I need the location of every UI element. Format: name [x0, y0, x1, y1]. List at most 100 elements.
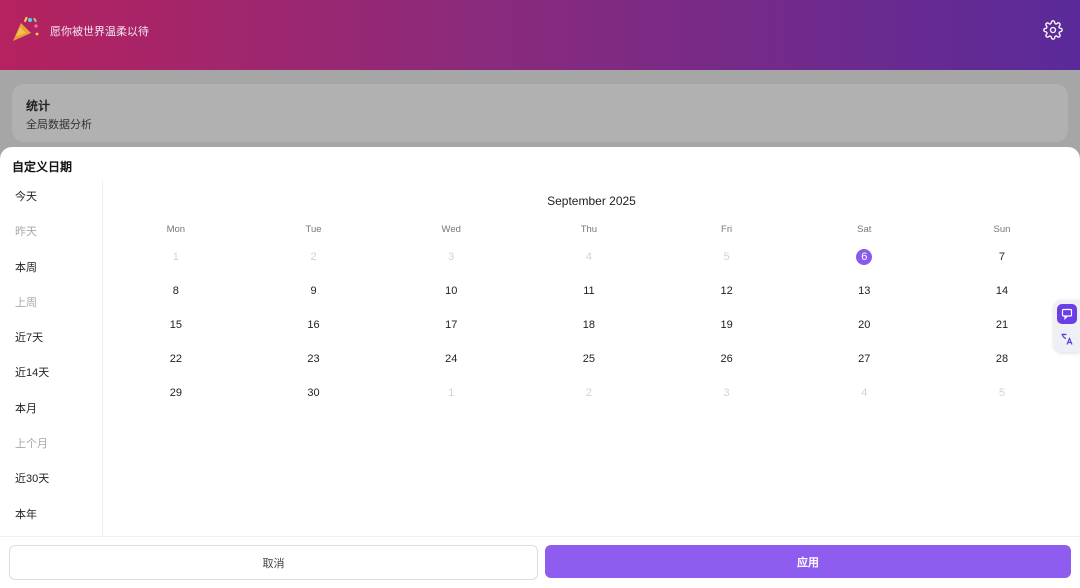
calendar-day-number: 22: [169, 353, 182, 365]
quick-range-item[interactable]: 本周: [0, 251, 102, 286]
calendar-day-number: 12: [720, 285, 733, 297]
quick-range-item: 上个月: [15, 438, 48, 451]
calendar-day[interactable]: 13: [795, 274, 933, 308]
sheet-title: 自定义日期: [12, 160, 73, 174]
weekday-label: Sun: [993, 223, 1011, 235]
calendar-day-number: 27: [858, 353, 871, 365]
calendar-day[interactable]: 16: [245, 308, 383, 342]
calendar-day[interactable]: 22: [107, 342, 245, 376]
weekday-label: Tue: [305, 223, 322, 235]
gear-icon[interactable]: [1043, 20, 1063, 40]
calendar-day-number: 29: [169, 387, 182, 399]
calendar-week-row: 1 2 3 4 5 6 7: [107, 240, 1071, 274]
calendar-day-number: 4: [861, 387, 868, 399]
footer-divider: [0, 536, 1080, 537]
chat-icon[interactable]: [1057, 304, 1077, 324]
calendar-day-number: 15: [169, 319, 182, 331]
calendar-day[interactable]: 11: [520, 274, 658, 308]
calendar-day-number: 8: [172, 285, 179, 297]
calendar-day-number: 17: [445, 319, 458, 331]
apply-button[interactable]: 应用: [545, 545, 1071, 578]
calendar-day-number: 2: [585, 387, 592, 399]
calendar-day[interactable]: 8: [107, 274, 245, 308]
calendar-day[interactable]: 20: [795, 308, 933, 342]
calendar-day-selected[interactable]: 6: [795, 240, 933, 274]
calendar-week-row: 29 30 1 2 3 4 5: [107, 376, 1071, 410]
calendar-day-number: 20: [858, 319, 871, 331]
calendar-day[interactable]: 14: [933, 274, 1071, 308]
calendar-day: 5: [658, 240, 796, 274]
quick-range-item[interactable]: 本月: [0, 392, 102, 427]
calendar-day-number: 14: [995, 285, 1009, 297]
calendar-day-number: 6: [856, 249, 873, 265]
floating-toolbar: [1054, 300, 1080, 352]
calendar-day-number: 13: [858, 285, 871, 297]
calendar-day: 1: [382, 376, 520, 410]
calendar-day-number: 26: [720, 353, 733, 365]
calendar-day: 4: [520, 240, 658, 274]
calendar-week-row: 15 16 17 18 19 20 21: [107, 308, 1071, 342]
stats-title: 统计: [26, 99, 51, 113]
calendar-day-number: 19: [720, 319, 733, 331]
calendar-day-number: 9: [310, 285, 317, 297]
calendar-day[interactable]: 7: [933, 240, 1071, 274]
calendar-month-label: September 2025: [547, 194, 636, 208]
quick-range-item: 上周: [15, 296, 37, 309]
calendar-day-number: 25: [582, 353, 596, 365]
calendar-day-number: 21: [995, 319, 1009, 331]
quick-range-item[interactable]: 近14天: [0, 356, 102, 391]
cancel-button[interactable]: 取消: [9, 545, 538, 580]
calendar-day[interactable]: 23: [245, 342, 383, 376]
calendar-day: 2: [520, 376, 658, 410]
calendar-day[interactable]: 10: [382, 274, 520, 308]
weekday-label: Fri: [721, 223, 733, 235]
weekday-label: Thu: [580, 223, 598, 235]
quick-range-item[interactable]: 今天: [0, 180, 102, 215]
calendar-day[interactable]: 21: [933, 308, 1071, 342]
calendar-week-row: 22 23 24 25 26 27 28: [107, 342, 1071, 376]
quick-range-item[interactable]: 近30天: [0, 462, 102, 497]
weekday-header-row: Mon Tue Wed Thu Fri Sat Sun: [107, 218, 1071, 240]
weekday-label: Sat: [857, 223, 872, 235]
calendar-day[interactable]: 28: [933, 342, 1071, 376]
header-wave: [0, 52, 1080, 64]
quick-range-item: 昨天: [15, 226, 37, 239]
calendar-day[interactable]: 18: [520, 308, 658, 342]
calendar-day: 2: [245, 240, 383, 274]
translate-icon[interactable]: [1057, 329, 1077, 349]
calendar-day-number: 11: [583, 285, 595, 297]
weekday-label: Mon: [166, 223, 186, 235]
calendar-day: 3: [658, 376, 796, 410]
calendar-day[interactable]: 19: [658, 308, 796, 342]
calendar-day[interactable]: 27: [795, 342, 933, 376]
header-title: 愿你被世界温柔以待: [50, 26, 149, 38]
quick-range-item[interactable]: 本年: [0, 498, 102, 533]
calendar-day-number: 28: [995, 353, 1009, 365]
calendar-day[interactable]: 17: [382, 308, 520, 342]
quick-range-item[interactable]: 近7天: [0, 321, 102, 356]
calendar-day: 4: [795, 376, 933, 410]
stats-subtitle: 全局数据分析: [26, 119, 92, 131]
calendar-day[interactable]: 12: [658, 274, 796, 308]
calendar-day[interactable]: 15: [107, 308, 245, 342]
calendar-day-number: 4: [585, 251, 592, 263]
calendar-day[interactable]: 26: [658, 342, 796, 376]
calendar-day: 3: [382, 240, 520, 274]
calendar-day-number: 3: [723, 387, 730, 399]
quick-range-list: 今天昨天本周上周近7天 近14天 本月上个月近30天 本年: [0, 180, 103, 536]
calendar-day-number: 1: [172, 251, 179, 263]
calendar-day-number: 30: [307, 387, 320, 399]
stats-card: 统计 全局数据分析: [12, 84, 1068, 142]
calendar-day[interactable]: 9: [245, 274, 383, 308]
calendar-day[interactable]: 25: [520, 342, 658, 376]
custom-date-sheet: 自定义日期 今天昨天本周上周近7天 近14天 本月上个月近30天 本年 Septemb…: [0, 147, 1080, 588]
calendar-day[interactable]: 24: [382, 342, 520, 376]
calendar-day[interactable]: 29: [107, 376, 245, 410]
calendar-day[interactable]: 30: [245, 376, 383, 410]
calendar-day: 1: [107, 240, 245, 274]
calendar-day: 5: [933, 376, 1071, 410]
calendar-day-number: 18: [582, 319, 596, 331]
calendar-day-number: 24: [445, 353, 458, 365]
calendar-week-row: 8 9 10 11 12 13 14: [107, 274, 1071, 308]
calendar-day-number: 23: [307, 353, 320, 365]
